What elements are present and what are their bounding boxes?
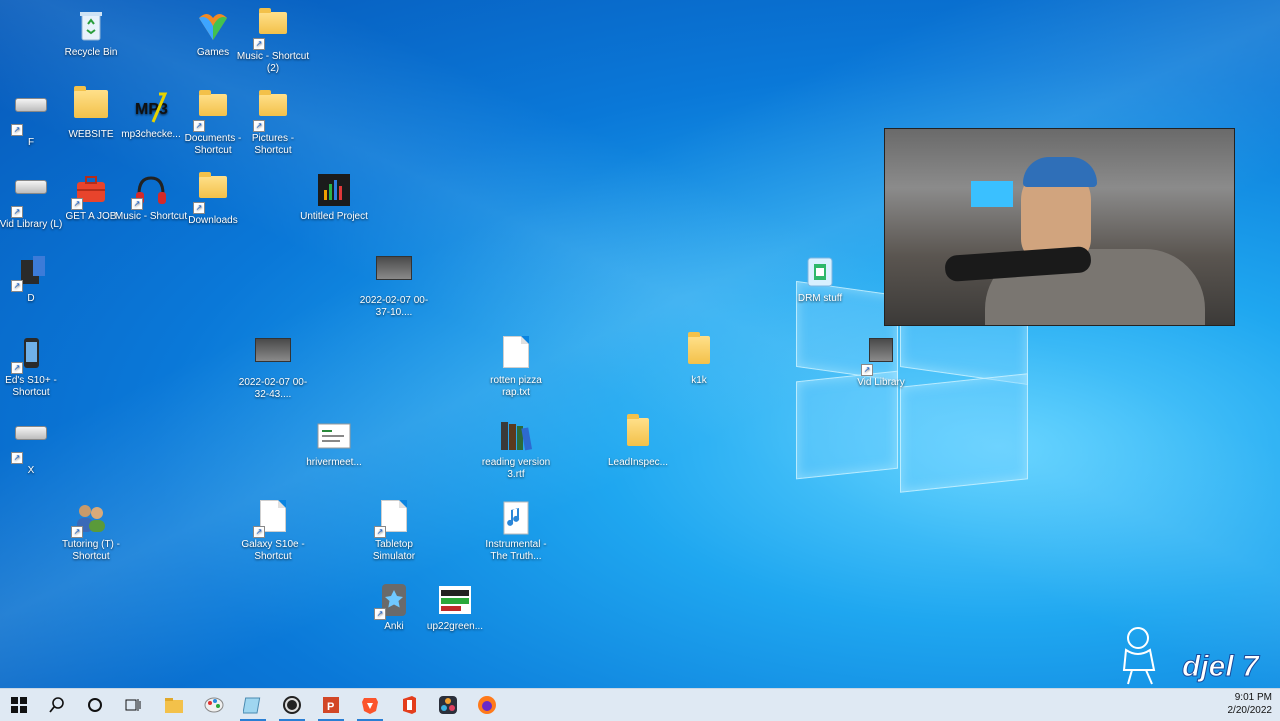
taskbar-powerpoint[interactable]: P: [312, 689, 350, 721]
clock-date: 2/20/2022: [1227, 705, 1273, 716]
music-file-icon: [498, 500, 534, 536]
app-icon: [802, 254, 838, 290]
books-icon: [498, 418, 534, 454]
windows-start-icon: [11, 697, 27, 713]
watermark-text: djel 7: [1182, 650, 1260, 683]
desktop-icon-k1k[interactable]: k1k: [662, 330, 736, 387]
webcam-overlay: [884, 128, 1235, 326]
clock-time: 9:01 PM: [1234, 692, 1272, 703]
desktop-icon-downloads[interactable]: Downloads: [176, 166, 250, 227]
davinci-icon: [439, 696, 457, 714]
desktop-icon-untitled-project[interactable]: Untitled Project: [297, 166, 371, 223]
svg-text:MP3: MP3: [135, 101, 168, 118]
person-cap: [1023, 157, 1097, 187]
desktop-icon-instrumental[interactable]: Instrumental - The Truth...: [479, 494, 553, 563]
taskbar-office[interactable]: [390, 689, 428, 721]
phone-icon: [11, 336, 49, 374]
taskbar-file-explorer[interactable]: [155, 689, 193, 721]
powerpoint-icon: P: [323, 697, 339, 713]
task-view-button[interactable]: [114, 689, 152, 721]
desktop-icon-drive-d[interactable]: D: [0, 248, 68, 305]
document-icon: [316, 418, 352, 454]
svg-text:P: P: [327, 701, 334, 713]
notepad-icon: [243, 697, 261, 714]
taskbar: P 9:01 PM 2/20/2022: [0, 688, 1280, 721]
drive-icon: [11, 426, 49, 464]
video-library-icon: [861, 338, 899, 376]
desktop-icon-drm-stuff[interactable]: DRM stuff: [783, 248, 857, 305]
desktop-icon-hrivermeet[interactable]: hrivermeet...: [297, 412, 371, 469]
video-project-icon: [316, 172, 352, 208]
blank-file-icon: [253, 500, 291, 538]
system-clock[interactable]: 9:01 PM 2/20/2022: [1228, 691, 1273, 717]
obs-icon: [283, 696, 301, 714]
folder-icon: [681, 332, 717, 372]
headphones-icon: [131, 172, 169, 210]
mp3-icon: MP3: [133, 90, 169, 126]
task-view-icon: [125, 699, 141, 711]
cortana-button[interactable]: [76, 689, 114, 721]
folder-icon: [253, 90, 291, 132]
desktop-icon-music-shortcut-2[interactable]: Music - Shortcut (2): [236, 2, 310, 75]
desktop-icon-vid-library[interactable]: Vid Library: [844, 330, 918, 389]
users-icon: [71, 500, 109, 538]
desktop-icon-recycle-bin[interactable]: Recycle Bin: [54, 2, 128, 59]
desktop-icon-tutoring-shortcut[interactable]: Tutoring (T) - Shortcut: [54, 494, 128, 563]
taskbar-brave[interactable]: [351, 689, 389, 721]
brave-icon: [362, 698, 378, 714]
firefox-icon: [478, 696, 496, 714]
anki-icon: [374, 582, 412, 620]
folder-icon: [193, 90, 231, 132]
desktop-icon-galaxy-s10e-shortcut[interactable]: Galaxy S10e - Shortcut: [236, 494, 310, 563]
paint-icon: [204, 697, 224, 713]
desktop-icon-video-2022-02-07-003243[interactable]: 2022-02-07 00-32-43....: [236, 330, 310, 401]
search-button[interactable]: [38, 689, 76, 721]
recycle-bin-icon: [73, 8, 109, 44]
folder-icon: [253, 8, 291, 50]
office-icon: [403, 696, 416, 714]
blank-file-icon: [374, 500, 412, 538]
video-thumbnail-icon: [255, 338, 291, 374]
desktop-icon-video-2022-02-07-003710[interactable]: 2022-02-07 00-37-10....: [357, 248, 431, 319]
channel-watermark: djel 7: [1112, 620, 1280, 688]
text-file-icon: [498, 336, 534, 372]
desktop-icon-rotten-pizza-rap[interactable]: rotten pizza rap.txt: [479, 330, 553, 399]
mascot-icon: djel 7: [1122, 627, 1261, 685]
taskbar-notepad[interactable]: [234, 689, 272, 721]
desktop-icon-reading-version-3[interactable]: reading version 3.rtf: [479, 412, 553, 481]
games-icon: [195, 8, 231, 44]
desktop-icon-drive-x[interactable]: X: [0, 412, 68, 477]
drive-icon: [11, 98, 49, 136]
desktop-icon-tabletop-simulator[interactable]: Tabletop Simulator: [357, 494, 431, 563]
taskbar-firefox[interactable]: [468, 689, 506, 721]
desktop-icon-leadinspec[interactable]: LeadInspec...: [601, 412, 675, 469]
cortana-circle-icon: [88, 698, 102, 712]
computer-icon: [11, 254, 49, 292]
drive-icon: [11, 180, 49, 218]
start-button[interactable]: [0, 689, 38, 721]
background-monitor: [971, 181, 1013, 207]
search-icon: [49, 697, 64, 713]
video-thumbnail-icon: [376, 256, 412, 292]
folder-icon: [620, 414, 656, 454]
desktop-icon-up22green[interactable]: up22green...: [418, 576, 492, 633]
taskbar-davinci[interactable]: [429, 689, 467, 721]
desktop-icon-eds-s10-shortcut[interactable]: Ed's S10+ - Shortcut: [0, 330, 68, 399]
briefcase-icon: [71, 172, 109, 210]
taskbar-paint[interactable]: [195, 689, 233, 721]
folder-icon: [165, 698, 183, 713]
desktop-icon-pictures-shortcut[interactable]: Pictures - Shortcut: [236, 84, 310, 157]
folder-icon: [193, 172, 231, 214]
taskbar-obs[interactable]: [273, 689, 311, 721]
folder-icon: [73, 86, 109, 126]
image-file-icon: [437, 582, 473, 618]
